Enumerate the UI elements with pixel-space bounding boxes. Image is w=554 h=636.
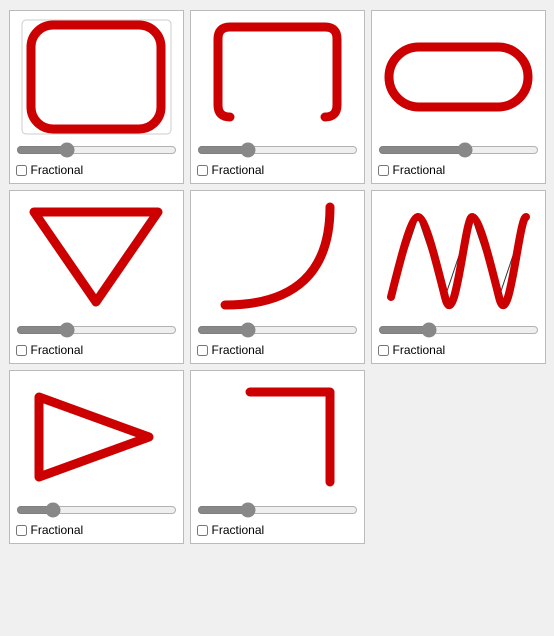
card-6-checkbox[interactable] xyxy=(378,345,389,356)
shape-svg-4 xyxy=(19,197,174,317)
card-1-slider[interactable] xyxy=(16,143,177,157)
card-2: Fractional xyxy=(190,10,365,184)
card-4-slider-row xyxy=(16,323,177,340)
shape-svg-6 xyxy=(381,197,536,317)
card-4: Fractional xyxy=(9,190,184,364)
card-8-slider-row xyxy=(197,503,358,520)
card-8-label: Fractional xyxy=(212,523,265,537)
card-5-checkbox[interactable] xyxy=(197,345,208,356)
card-6-slider[interactable] xyxy=(378,323,539,337)
card-7-slider-row xyxy=(16,503,177,520)
card-4-label: Fractional xyxy=(31,343,84,357)
card-8-checkbox[interactable] xyxy=(197,525,208,536)
card-7-label: Fractional xyxy=(31,523,84,537)
card-6-slider-row xyxy=(378,323,539,340)
card-4-checkbox-row: Fractional xyxy=(16,343,84,357)
card-5-checkbox-row: Fractional xyxy=(197,343,265,357)
card-8-slider[interactable] xyxy=(197,503,358,517)
shape-canvas-4 xyxy=(19,197,174,317)
card-6: Fractional xyxy=(371,190,546,364)
shape-canvas-6 xyxy=(381,197,536,317)
shape-svg-3 xyxy=(381,17,536,137)
card-8-controls: Fractional xyxy=(197,503,358,537)
shape-canvas-1 xyxy=(19,17,174,137)
shape-canvas-3 xyxy=(381,17,536,137)
card-7-checkbox[interactable] xyxy=(16,525,27,536)
card-1: Fractional xyxy=(9,10,184,184)
card-1-controls: Fractional xyxy=(16,143,177,177)
card-2-checkbox[interactable] xyxy=(197,165,208,176)
card-3-checkbox[interactable] xyxy=(378,165,389,176)
card-2-checkbox-row: Fractional xyxy=(197,163,265,177)
card-8-checkbox-row: Fractional xyxy=(197,523,265,537)
shape-svg-7 xyxy=(19,377,174,497)
card-3-checkbox-row: Fractional xyxy=(378,163,446,177)
card-7: Fractional xyxy=(9,370,184,544)
shape-svg-2 xyxy=(200,17,355,137)
card-7-controls: Fractional xyxy=(16,503,177,537)
card-1-slider-row xyxy=(16,143,177,160)
card-6-controls: Fractional xyxy=(378,323,539,357)
shape-canvas-7 xyxy=(19,377,174,497)
card-3-slider[interactable] xyxy=(378,143,539,157)
shape-canvas-2 xyxy=(200,17,355,137)
card-1-checkbox[interactable] xyxy=(16,165,27,176)
shape-svg-8 xyxy=(200,377,355,497)
shape-canvas-8 xyxy=(200,377,355,497)
card-8: Fractional xyxy=(190,370,365,544)
card-1-checkbox-row: Fractional xyxy=(16,163,84,177)
card-1-label: Fractional xyxy=(31,163,84,177)
shape-svg-5 xyxy=(200,197,355,317)
card-5: Fractional xyxy=(190,190,365,364)
card-3-slider-row xyxy=(378,143,539,160)
card-5-slider[interactable] xyxy=(197,323,358,337)
card-5-controls: Fractional xyxy=(197,323,358,357)
card-3-label: Fractional xyxy=(393,163,446,177)
card-2-slider[interactable] xyxy=(197,143,358,157)
card-2-label: Fractional xyxy=(212,163,265,177)
shape-canvas-5 xyxy=(200,197,355,317)
card-2-slider-row xyxy=(197,143,358,160)
main-grid: Fractional Fractional xyxy=(9,10,546,544)
card-2-controls: Fractional xyxy=(197,143,358,177)
card-7-checkbox-row: Fractional xyxy=(16,523,84,537)
card-4-slider[interactable] xyxy=(16,323,177,337)
card-6-checkbox-row: Fractional xyxy=(378,343,446,357)
card-3: Fractional xyxy=(371,10,546,184)
card-7-slider[interactable] xyxy=(16,503,177,517)
shape-svg-1 xyxy=(19,17,174,137)
card-5-label: Fractional xyxy=(212,343,265,357)
card-4-controls: Fractional xyxy=(16,323,177,357)
card-3-controls: Fractional xyxy=(378,143,539,177)
card-5-slider-row xyxy=(197,323,358,340)
card-4-checkbox[interactable] xyxy=(16,345,27,356)
card-6-label: Fractional xyxy=(393,343,446,357)
